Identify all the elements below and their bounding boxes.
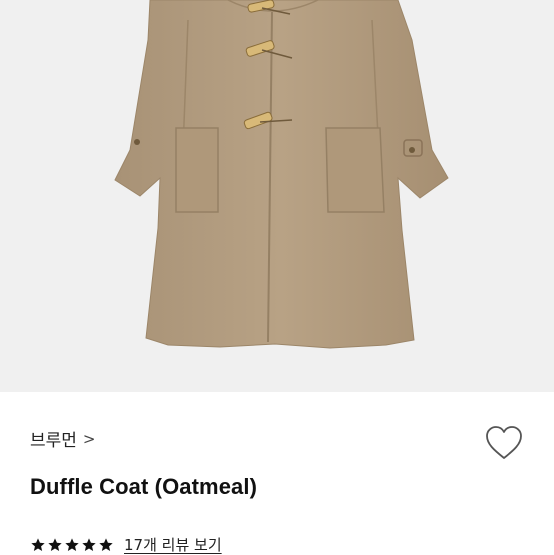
- duffle-coat-image: [114, 0, 449, 349]
- star-icon: [82, 537, 96, 551]
- rating-row: 17개 리뷰 보기: [30, 534, 222, 555]
- product-title: Duffle Coat (Oatmeal): [30, 474, 258, 499]
- like-button[interactable]: [484, 424, 524, 462]
- product-image[interactable]: [0, 0, 554, 392]
- rating-stars: [30, 537, 114, 553]
- chevron-right-icon: >: [82, 430, 96, 448]
- brand-name: 브루먼: [30, 431, 77, 451]
- star-icon: [31, 537, 45, 551]
- brand-link[interactable]: 브루먼 >: [30, 426, 96, 451]
- star-icon: [65, 537, 79, 551]
- heart-outline-icon: [486, 426, 522, 459]
- review-link[interactable]: 17개 리뷰 보기: [124, 534, 222, 555]
- star-icon: [99, 537, 113, 551]
- star-icon: [48, 537, 62, 551]
